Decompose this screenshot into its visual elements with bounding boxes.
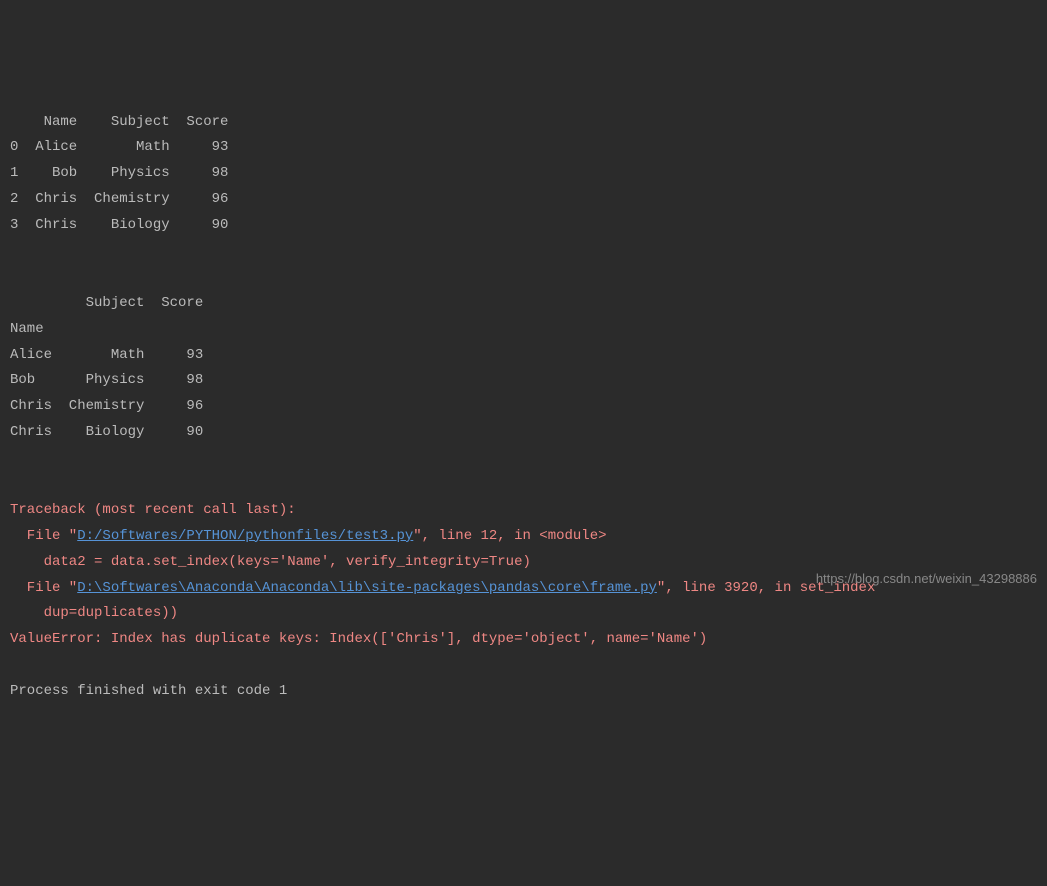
table1-header: Name Subject Score (10, 114, 228, 130)
traceback-line-prefix: File " (10, 528, 77, 544)
table1-row: 1 Bob Physics 98 (10, 165, 228, 181)
table2-row: Chris Biology 90 (10, 424, 203, 440)
table1-row: 0 Alice Math 93 (10, 139, 228, 155)
file-path-link[interactable]: D:\Softwares\Anaconda\Anaconda\lib\site-… (77, 580, 657, 596)
traceback-header: Traceback (most recent call last): (10, 502, 296, 518)
table1-row: 3 Chris Biology 90 (10, 217, 228, 233)
watermark-text: https://blog.csdn.net/weixin_43298886 (816, 567, 1037, 591)
traceback-code-line: data2 = data.set_index(keys='Name', veri… (10, 554, 531, 570)
traceback-line-suffix: ", line 12, in <module> (413, 528, 606, 544)
error-message: ValueError: Index has duplicate keys: In… (10, 631, 707, 647)
file-path-link[interactable]: D:/Softwares/PYTHON/pythonfiles/test3.py (77, 528, 413, 544)
dataframe-output-1: Name Subject Score 0 Alice Math 93 1 Bob… (10, 110, 1037, 498)
traceback-line-prefix: File " (10, 580, 77, 596)
table2-row: Bob Physics 98 (10, 372, 203, 388)
table2-row: Alice Math 93 (10, 347, 203, 363)
traceback-code-line: dup=duplicates)) (10, 605, 178, 621)
table2-header: Subject Score (10, 295, 203, 311)
exit-text: Process finished with exit code 1 (10, 683, 287, 699)
table1-row: 2 Chris Chemistry 96 (10, 191, 228, 207)
table2-index-label: Name (10, 321, 44, 337)
process-exit-message: Process finished with exit code 1 (10, 679, 1037, 705)
table2-row: Chris Chemistry 96 (10, 398, 203, 414)
